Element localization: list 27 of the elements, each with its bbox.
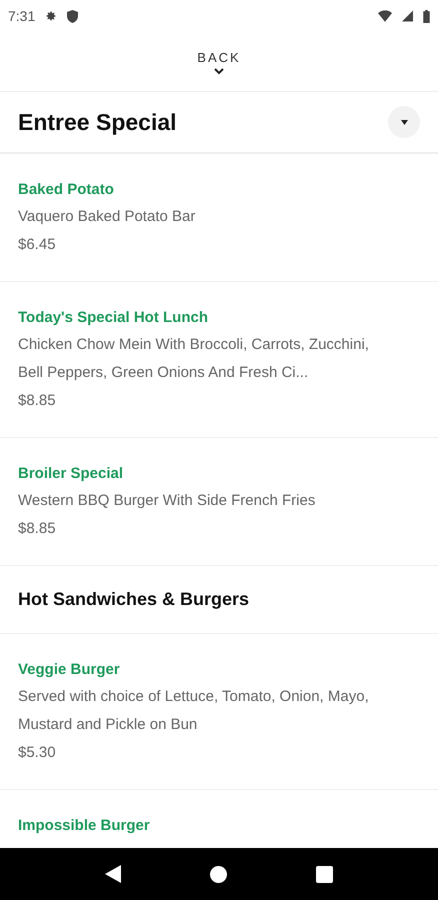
back-button[interactable]: BACK bbox=[0, 32, 438, 92]
item-price: $5.30 bbox=[18, 743, 56, 763]
shield-icon bbox=[67, 10, 78, 22]
item-description: Chicken Chow Mein With Broccoli, Carrots, Zucchini, Bell Peppers, Green Onions And Fresh Ci... bbox=[18, 335, 370, 383]
item-price: $8.85 bbox=[18, 519, 56, 539]
signal-icon bbox=[402, 10, 413, 22]
item-name[interactable]: Baked Potato bbox=[18, 179, 114, 201]
home-circle-icon[interactable] bbox=[210, 866, 227, 882]
chevron-down-icon bbox=[214, 68, 224, 75]
status-time: 7:31 bbox=[8, 6, 36, 26]
square-icon[interactable] bbox=[316, 866, 334, 882]
item-description: Western BBQ Burger With Side French Fries bbox=[18, 491, 316, 511]
category-title: Entree Special bbox=[18, 108, 177, 137]
gear-icon bbox=[45, 10, 58, 22]
wifi-icon bbox=[378, 10, 392, 22]
item-description: Served with choice of Lettuce, Tomato, Onion, Mayo, Mustard and Pickle on Bun bbox=[18, 687, 370, 735]
item-price: $8.85 bbox=[18, 391, 56, 411]
item-description: Vaquero Baked Potato Bar bbox=[18, 207, 196, 227]
item-price: $6.45 bbox=[18, 235, 56, 255]
battery-icon bbox=[423, 10, 430, 22]
item-name[interactable]: Veggie Burger bbox=[18, 659, 120, 681]
item-name[interactable]: Impossible Burger bbox=[18, 815, 150, 837]
back-triangle-icon[interactable] bbox=[104, 865, 121, 883]
caret-icon bbox=[400, 120, 408, 124]
section-heading: Hot Sandwiches & Burgers bbox=[18, 588, 250, 611]
item-name[interactable]: Broiler Special bbox=[18, 463, 124, 485]
item-name[interactable]: Today's Special Hot Lunch bbox=[18, 307, 208, 329]
